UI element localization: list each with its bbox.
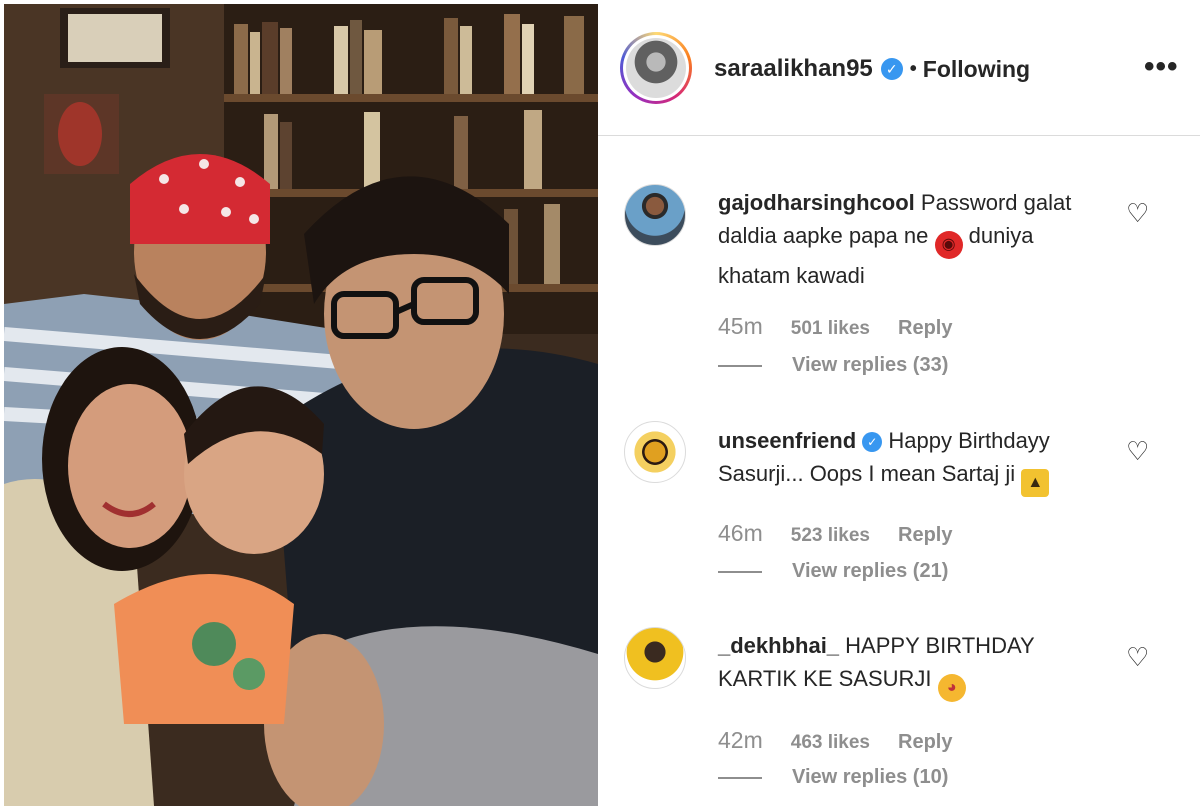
like-heart-icon[interactable]: ♡ bbox=[1126, 644, 1149, 670]
angry-face-icon: ◉ bbox=[934, 231, 963, 259]
like-heart-icon[interactable]: ♡ bbox=[1126, 438, 1149, 464]
comment-time: 42m bbox=[718, 727, 763, 753]
family-photo-illustration bbox=[4, 4, 598, 806]
view-replies-button[interactable]: View replies (33) bbox=[718, 354, 948, 377]
commenter-avatar[interactable] bbox=[624, 421, 686, 483]
reply-button[interactable]: Reply bbox=[898, 731, 952, 754]
view-replies-label: View replies (33) bbox=[792, 354, 949, 376]
verified-badge-icon: ✓ bbox=[862, 432, 883, 452]
replies-divider bbox=[718, 570, 762, 573]
view-replies-button[interactable]: View replies (10) bbox=[718, 766, 948, 789]
comment-meta: 46m 523 likes Reply bbox=[718, 520, 952, 547]
comment-text: unseenfriend ✓ Happy Birthdayy Sasurji..… bbox=[718, 424, 1078, 497]
comment-time: 46m bbox=[718, 520, 763, 546]
comment-likes[interactable]: 501 likes bbox=[791, 318, 870, 340]
reply-button[interactable]: Reply bbox=[898, 524, 952, 547]
like-heart-icon[interactable]: ♡ bbox=[1126, 200, 1149, 226]
comment-meta: 42m 463 likes Reply bbox=[718, 727, 952, 754]
post-username[interactable]: saraalikhan95 bbox=[714, 55, 873, 83]
commenter-avatar[interactable] bbox=[624, 627, 686, 689]
comment-meta: 45m 501 likes Reply bbox=[718, 313, 952, 340]
comments-panel: saraalikhan95 ✓ • Following ••• gajodhar… bbox=[598, 0, 1200, 810]
replies-divider bbox=[718, 364, 762, 367]
comment-text: _dekhbhai_ HAPPY BIRTHDAY KARTIK KE SASU… bbox=[718, 629, 1078, 702]
separator-dot: • bbox=[909, 57, 917, 80]
view-replies-button[interactable]: View replies (21) bbox=[718, 560, 948, 583]
tongue-out-face-icon: ◕ bbox=[937, 674, 966, 702]
post-photo bbox=[4, 4, 598, 806]
replies-divider bbox=[718, 776, 762, 779]
comment-likes[interactable]: 523 likes bbox=[791, 525, 870, 547]
view-replies-label: View replies (10) bbox=[792, 766, 949, 788]
comment-text: gajodharsinghcool Password galat daldia … bbox=[718, 186, 1078, 292]
following-button[interactable]: Following bbox=[923, 56, 1030, 83]
more-options-icon[interactable]: ••• bbox=[1144, 52, 1179, 82]
profile-avatar[interactable] bbox=[620, 32, 692, 104]
comment-username[interactable]: unseenfriend bbox=[718, 428, 856, 453]
commenter-avatar[interactable] bbox=[624, 184, 686, 246]
comment-username[interactable]: gajodharsinghcool bbox=[718, 190, 915, 215]
comment-likes[interactable]: 463 likes bbox=[791, 732, 870, 754]
reply-button[interactable]: Reply bbox=[898, 317, 952, 340]
verified-badge-icon: ✓ bbox=[880, 58, 903, 80]
post-author: saraalikhan95 ✓ • Following bbox=[714, 55, 1030, 83]
party-popper-icon: ▲ bbox=[1021, 469, 1050, 497]
post-header: saraalikhan95 ✓ • Following ••• bbox=[598, 0, 1200, 136]
comment-username[interactable]: _dekhbhai_ bbox=[718, 633, 839, 658]
view-replies-label: View replies (21) bbox=[792, 560, 949, 582]
comment-time: 45m bbox=[718, 313, 763, 339]
avatar-image bbox=[626, 38, 686, 98]
